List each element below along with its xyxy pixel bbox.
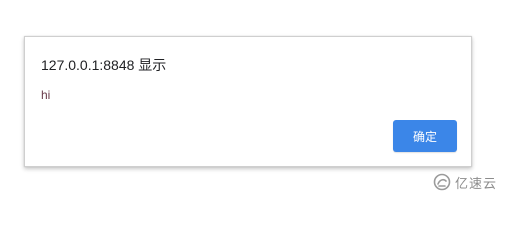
yisu-cloud-logo-icon (433, 173, 451, 191)
page: 127.0.0.1:8848 显示 hi 确定 亿速云 (0, 0, 521, 204)
alert-dialog: 127.0.0.1:8848 显示 hi 确定 (24, 36, 472, 167)
ok-button[interactable]: 确定 (393, 120, 457, 152)
watermark-text: 亿速云 (455, 176, 498, 192)
dialog-message: hi (41, 88, 51, 102)
dialog-title: 127.0.0.1:8848 显示 (41, 57, 167, 73)
watermark: 亿速云 (433, 172, 497, 192)
